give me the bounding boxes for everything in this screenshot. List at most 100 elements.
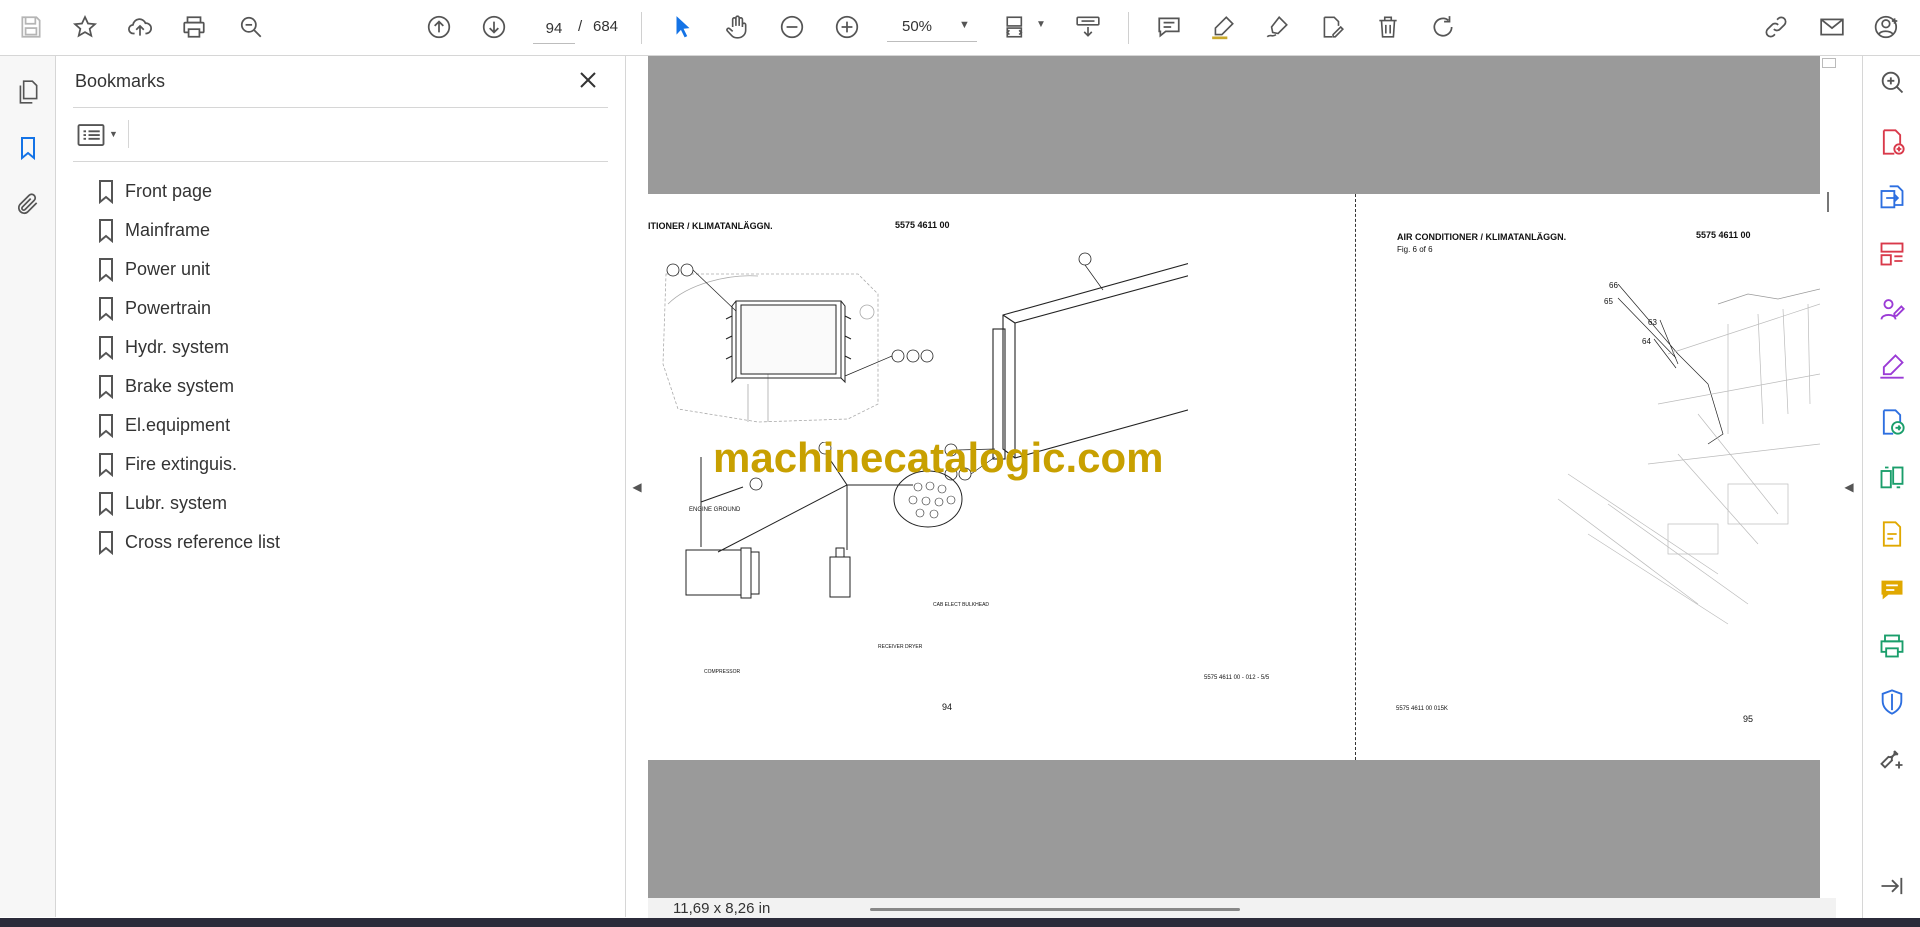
next-page-icon[interactable] bbox=[477, 10, 511, 44]
compressor-label: COMPRESSOR bbox=[704, 669, 741, 675]
bookmark-item[interactable]: Power unit bbox=[94, 252, 574, 291]
comment-tool-icon[interactable] bbox=[1876, 574, 1908, 606]
cab-bulkhead-label: CAB ELECT BULKHEAD bbox=[933, 602, 990, 608]
fit-page-icon[interactable] bbox=[1000, 10, 1034, 44]
main-toolbar: / 684 50% ▼ ▼ bbox=[0, 0, 1920, 56]
bookmark-label: Brake system bbox=[125, 376, 235, 396]
bookmark-list: Front page Mainframe Power unit Powertra… bbox=[94, 174, 574, 564]
share-link-icon[interactable] bbox=[1759, 10, 1793, 44]
bookmark-label: Power unit bbox=[125, 259, 211, 279]
page-spread: ITIONER / KLIMATANLÄGGN. 5575 4611 00 EN… bbox=[648, 194, 1820, 760]
rotate-icon[interactable] bbox=[1426, 10, 1460, 44]
chevron-down-icon[interactable]: ▼ bbox=[1036, 19, 1046, 30]
save-icon[interactable] bbox=[14, 10, 48, 44]
edit-pdf-icon[interactable] bbox=[1876, 518, 1908, 550]
page-number-input[interactable] bbox=[533, 13, 575, 44]
bookmark-item[interactable]: Cross reference list bbox=[94, 525, 574, 564]
scroll-position-marker bbox=[1827, 192, 1829, 212]
bookmark-item[interactable]: Mainframe bbox=[94, 213, 574, 252]
chevron-down-icon: ▼ bbox=[109, 129, 118, 139]
watermark: machinecatalogic.com bbox=[713, 434, 1164, 481]
bookmark-icon bbox=[99, 375, 113, 399]
right-page-drawing bbox=[1557, 284, 1820, 625]
hand-icon[interactable] bbox=[720, 10, 754, 44]
panel-title: Bookmarks bbox=[75, 71, 166, 91]
print-production-icon[interactable] bbox=[1876, 630, 1908, 662]
divider bbox=[73, 161, 608, 162]
comment-icon[interactable] bbox=[1152, 10, 1186, 44]
bookmark-item[interactable]: El.equipment bbox=[94, 408, 574, 447]
zoom-select[interactable]: 50% ▼ bbox=[887, 13, 977, 42]
more-tools-icon[interactable] bbox=[1876, 742, 1908, 774]
vertical-scrollbar[interactable] bbox=[1820, 56, 1836, 898]
page-total: 684 bbox=[593, 18, 619, 35]
zoom-value: 50% bbox=[902, 18, 933, 35]
right-page-fig: Fig. 6 of 6 bbox=[1397, 245, 1433, 254]
page-divider bbox=[1355, 194, 1356, 760]
zoom-out-icon[interactable] bbox=[775, 10, 809, 44]
compare-files-icon[interactable] bbox=[1876, 462, 1908, 494]
bookmark-label: Hydr. system bbox=[125, 337, 230, 357]
left-page-part-no: 5575 4611 00 bbox=[895, 220, 950, 230]
scroll-mode-icon[interactable] bbox=[1071, 10, 1105, 44]
send-for-review-icon[interactable] bbox=[1876, 406, 1908, 438]
right-page-number: 95 bbox=[1743, 714, 1754, 724]
bookmark-options-button[interactable]: ▼ bbox=[76, 120, 126, 150]
close-icon[interactable] bbox=[576, 68, 600, 92]
select-arrow-icon[interactable] bbox=[666, 10, 700, 44]
collapse-right-panel-icon[interactable]: ◀ bbox=[1842, 476, 1856, 498]
previous-page-icon[interactable] bbox=[422, 10, 456, 44]
draw-icon[interactable] bbox=[1260, 10, 1294, 44]
account-icon[interactable] bbox=[1870, 10, 1904, 44]
zoom-find-icon[interactable] bbox=[234, 10, 268, 44]
zoom-in-icon[interactable] bbox=[830, 10, 864, 44]
bookmark-item[interactable]: Front page bbox=[94, 174, 574, 213]
edit-text-icon[interactable] bbox=[1315, 10, 1349, 44]
email-icon[interactable] bbox=[1815, 10, 1849, 44]
fill-sign-icon[interactable] bbox=[1876, 350, 1908, 382]
export-pdf-icon[interactable] bbox=[1876, 182, 1908, 214]
bookmark-icon bbox=[99, 414, 113, 438]
document-viewport[interactable]: ITIONER / KLIMATANLÄGGN. 5575 4611 00 EN… bbox=[648, 56, 1820, 898]
bookmarks-icon[interactable] bbox=[12, 132, 44, 164]
bookmark-label: Mainframe bbox=[125, 220, 211, 240]
upload-icon[interactable] bbox=[123, 10, 157, 44]
bookmark-item[interactable]: Brake system bbox=[94, 369, 574, 408]
request-signatures-icon[interactable] bbox=[1876, 294, 1908, 326]
collapse-left-panel-icon[interactable]: ◀ bbox=[630, 476, 644, 498]
page-thumbnails-icon[interactable] bbox=[12, 76, 44, 108]
delete-icon[interactable] bbox=[1371, 10, 1405, 44]
bookmark-item[interactable]: Hydr. system bbox=[94, 330, 574, 369]
bookmark-item[interactable]: Lubr. system bbox=[94, 486, 574, 525]
right-page-header: AIR CONDITIONER / KLIMATANLÄGGN. bbox=[1397, 232, 1567, 242]
right-page-part-no: 5575 4611 00 bbox=[1696, 230, 1751, 240]
toolbar-divider bbox=[641, 12, 642, 44]
protect-icon[interactable] bbox=[1876, 686, 1908, 718]
organize-pages-icon[interactable] bbox=[1876, 238, 1908, 270]
bookmark-icon bbox=[99, 258, 113, 282]
bookmark-label: Fire extinguis. bbox=[125, 454, 238, 474]
bookmark-star-icon[interactable] bbox=[68, 10, 102, 44]
print-icon[interactable] bbox=[177, 10, 211, 44]
bookmark-item[interactable]: Fire extinguis. bbox=[94, 447, 574, 486]
create-pdf-icon[interactable] bbox=[1876, 126, 1908, 158]
receiver-dryer-label: RECEIVER DRYER bbox=[878, 644, 923, 650]
zoom-search-icon[interactable] bbox=[1876, 66, 1908, 98]
bookmark-icon bbox=[99, 453, 113, 477]
page-size-text: 11,69 x 8,26 in bbox=[673, 900, 771, 917]
scroll-thumb[interactable] bbox=[1822, 58, 1836, 68]
bookmark-label: El.equipment bbox=[125, 415, 231, 435]
engine-ground-label: ENGINE GROUND bbox=[689, 507, 741, 513]
attachments-icon[interactable] bbox=[12, 188, 44, 220]
bookmark-label: Cross reference list bbox=[125, 532, 281, 552]
expand-panel-icon[interactable] bbox=[1876, 870, 1908, 902]
bookmark-item[interactable]: Powertrain bbox=[94, 291, 574, 330]
highlight-icon[interactable] bbox=[1206, 10, 1240, 44]
horizontal-scrollbar[interactable] bbox=[870, 908, 1240, 911]
divider bbox=[128, 120, 129, 148]
bookmark-icon bbox=[99, 219, 113, 243]
toolbar-divider bbox=[1128, 12, 1129, 44]
left-page-header: ITIONER / KLIMATANLÄGGN. bbox=[648, 221, 773, 231]
bookmark-icon bbox=[99, 180, 113, 204]
bookmark-icon bbox=[99, 336, 113, 360]
